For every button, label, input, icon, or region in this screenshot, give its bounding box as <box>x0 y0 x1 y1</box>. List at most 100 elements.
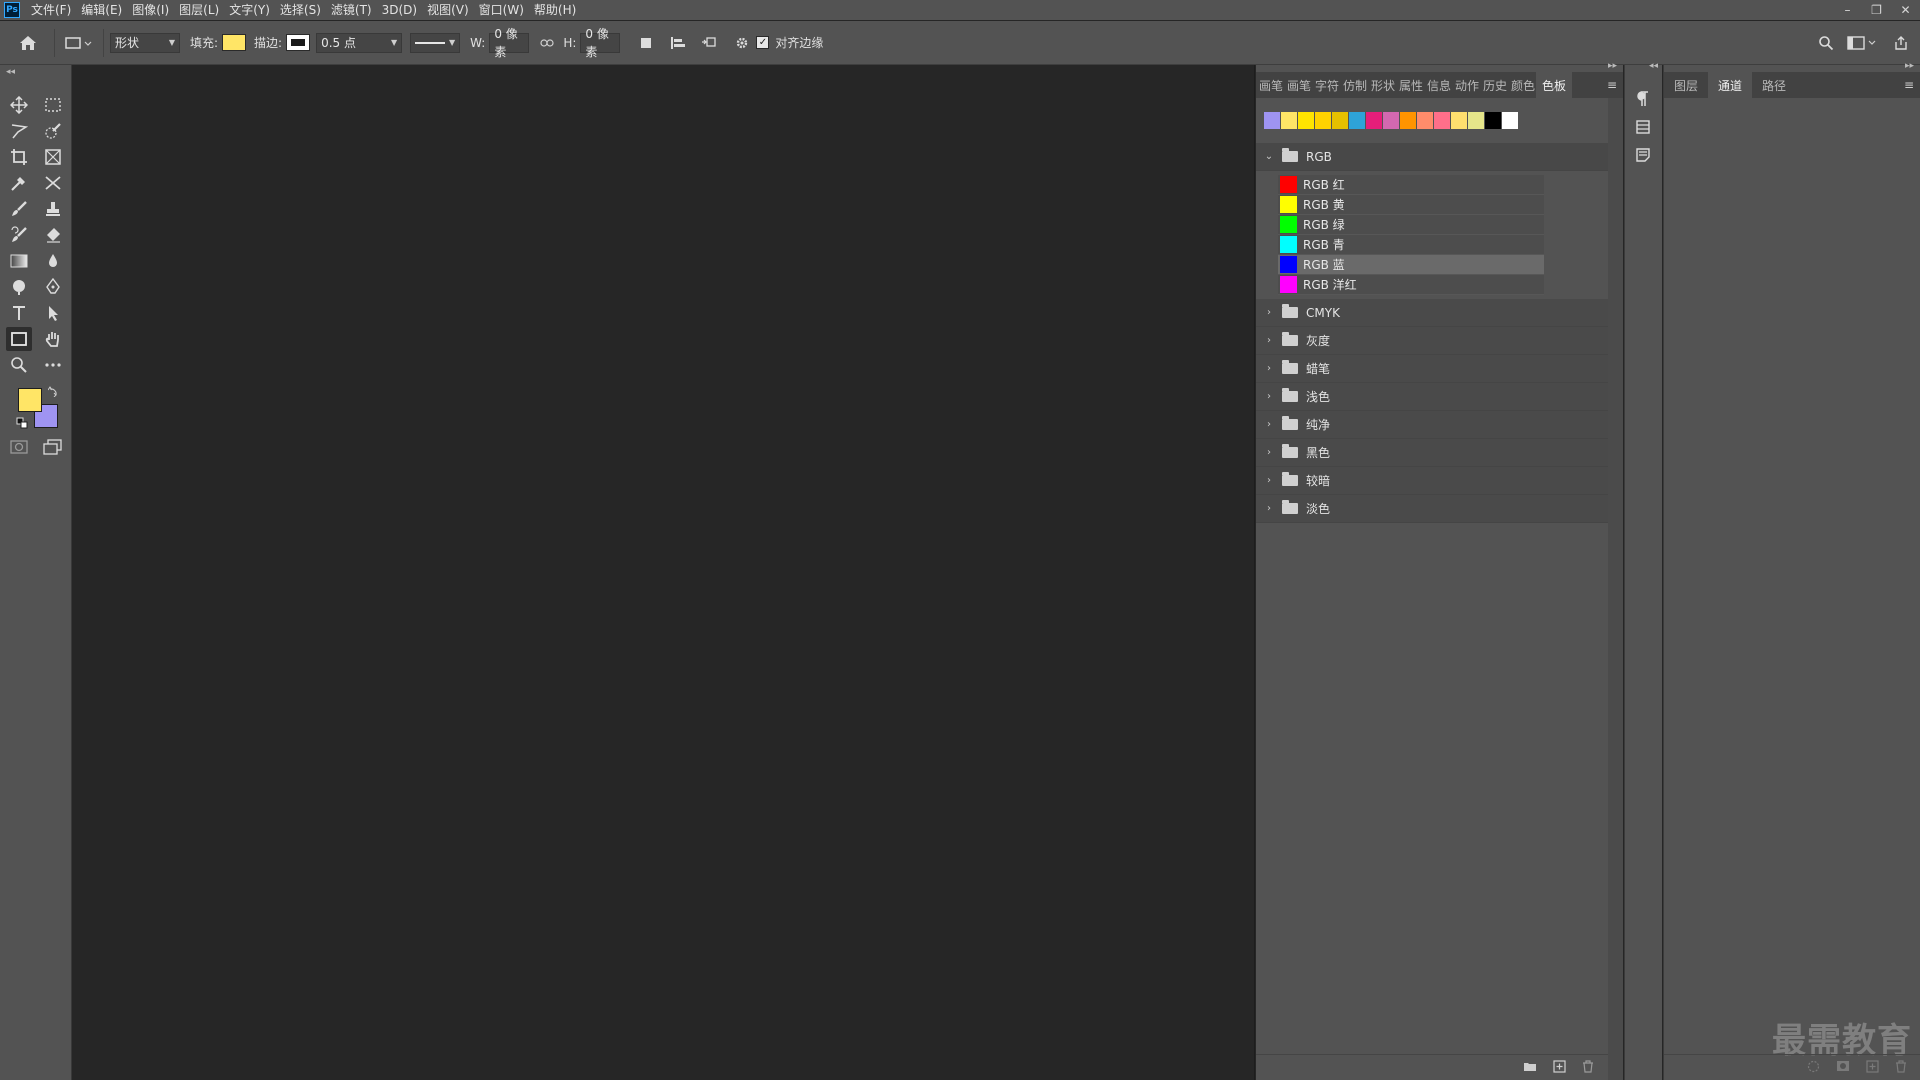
type-tool-icon[interactable] <box>6 301 32 325</box>
path-alignment-icon[interactable] <box>664 31 692 55</box>
chevron-right-icon[interactable]: › <box>1262 363 1276 374</box>
quick-selection-tool-icon[interactable] <box>40 119 66 143</box>
path-operations-icon[interactable] <box>632 31 660 55</box>
workspace-icon[interactable] <box>1844 31 1880 55</box>
share-icon[interactable] <box>1888 31 1914 55</box>
swatch-item-selected[interactable]: RGB 蓝 <box>1278 255 1544 275</box>
tab-shapes[interactable]: 形状 <box>1368 72 1396 98</box>
menu-select[interactable]: 选择(S) <box>275 0 326 20</box>
stroke-type-select[interactable]: ▼ <box>410 32 461 53</box>
home-icon[interactable] <box>8 27 48 59</box>
path-arrangement-icon[interactable] <box>696 31 724 55</box>
recent-swatch[interactable] <box>1400 112 1417 129</box>
tab-brush-settings[interactable]: 画笔 <box>1284 72 1312 98</box>
recent-swatch[interactable] <box>1281 112 1298 129</box>
recent-swatch[interactable] <box>1451 112 1468 129</box>
lasso-tool-icon[interactable] <box>6 119 32 143</box>
new-swatch-icon[interactable] <box>1553 1059 1566 1076</box>
tab-brushes[interactable]: 画笔 <box>1256 72 1284 98</box>
chevron-right-icon[interactable]: › <box>1262 419 1276 430</box>
search-icon[interactable] <box>1814 31 1838 55</box>
chevron-right-icon[interactable]: › <box>1262 335 1276 346</box>
swatch-group-pale[interactable]: › 淡色 <box>1256 495 1608 523</box>
dodge-tool-icon[interactable] <box>6 275 32 299</box>
marquee-tool-icon[interactable] <box>40 93 66 117</box>
clone-stamp-tool-icon[interactable] <box>40 197 66 221</box>
chevron-right-icon[interactable]: › <box>1262 447 1276 458</box>
foreground-color-swatch[interactable] <box>18 388 42 412</box>
minimize-button[interactable]: – <box>1833 0 1862 20</box>
recent-swatch[interactable] <box>1315 112 1332 129</box>
gear-icon[interactable] <box>728 31 756 55</box>
recent-swatch[interactable] <box>1434 112 1451 129</box>
chevron-right-icon[interactable]: › <box>1262 475 1276 486</box>
swatch-group-cmyk[interactable]: › CMYK <box>1256 299 1608 327</box>
panel-menu-icon[interactable]: ≡ <box>1607 78 1617 92</box>
frame-tool-icon[interactable] <box>40 145 66 169</box>
tab-clone-source[interactable]: 仿制 <box>1340 72 1368 98</box>
menu-filter[interactable]: 滤镜(T) <box>326 0 377 20</box>
load-channel-selection-icon[interactable] <box>1807 1060 1820 1076</box>
hand-tool-icon[interactable] <box>40 327 66 351</box>
screen-mode-icon[interactable] <box>40 435 66 459</box>
swap-colors-icon[interactable] <box>47 385 60 398</box>
swatch-group-pastel[interactable]: › 蜡笔 <box>1256 355 1608 383</box>
tab-color[interactable]: 颜色 <box>1508 72 1536 98</box>
tool-preset-picker[interactable] <box>61 31 97 55</box>
menu-type[interactable]: 文字(Y) <box>224 0 275 20</box>
eraser-tool-icon[interactable] <box>40 223 66 247</box>
swatch-group-pure[interactable]: › 纯净 <box>1256 411 1608 439</box>
tab-layers[interactable]: 图层 <box>1664 72 1708 98</box>
tab-history[interactable]: 历史 <box>1480 72 1508 98</box>
swatch-item[interactable]: RGB 黄 <box>1278 195 1544 215</box>
chevron-right-icon[interactable]: › <box>1262 391 1276 402</box>
menu-image[interactable]: 图像(I) <box>127 0 174 20</box>
document-canvas-area[interactable] <box>73 65 1255 1080</box>
paragraph-icon[interactable] <box>1628 87 1658 111</box>
recent-swatch[interactable] <box>1298 112 1315 129</box>
recent-swatch[interactable] <box>1332 112 1349 129</box>
panel-menu-icon[interactable]: ≡ <box>1904 78 1914 92</box>
blur-tool-icon[interactable] <box>40 249 66 273</box>
tab-actions[interactable]: 动作 <box>1452 72 1480 98</box>
menu-window[interactable]: 窗口(W) <box>474 0 529 20</box>
swatch-group-rgb[interactable]: ⌄ RGB <box>1256 143 1608 171</box>
menu-3d[interactable]: 3D(D) <box>377 0 422 20</box>
trash-icon[interactable] <box>1582 1059 1594 1076</box>
new-channel-icon[interactable] <box>1866 1059 1879 1076</box>
chevron-down-icon[interactable]: ⌄ <box>1262 151 1276 162</box>
menu-file[interactable]: 文件(F) <box>26 0 76 20</box>
recent-swatch[interactable] <box>1383 112 1400 129</box>
restore-button[interactable]: ❐ <box>1862 0 1891 20</box>
recent-swatch[interactable] <box>1468 112 1485 129</box>
notes-icon[interactable] <box>1628 143 1658 167</box>
menu-layer[interactable]: 图层(L) <box>174 0 224 20</box>
tab-properties[interactable]: 属性 <box>1396 72 1424 98</box>
path-selection-tool-icon[interactable] <box>40 301 66 325</box>
close-button[interactable]: ✕ <box>1891 0 1920 20</box>
recent-swatch[interactable] <box>1366 112 1383 129</box>
swatch-group-darker[interactable]: › 较暗 <box>1256 467 1608 495</box>
menu-edit[interactable]: 编辑(E) <box>76 0 127 20</box>
swatch-item[interactable]: RGB 洋红 <box>1278 275 1544 295</box>
shape-mode-select[interactable]: 形状 ▼ <box>110 32 180 53</box>
collapse-toolbar-icon[interactable]: ◂◂ <box>6 67 15 77</box>
recent-swatch[interactable] <box>1349 112 1366 129</box>
crop-tool-icon[interactable] <box>6 145 32 169</box>
recent-swatch[interactable] <box>1417 112 1434 129</box>
move-tool-icon[interactable] <box>6 93 32 117</box>
trash-icon[interactable] <box>1895 1059 1907 1076</box>
gradient-tool-icon[interactable] <box>6 249 32 273</box>
chevron-right-icon[interactable]: › <box>1262 503 1276 514</box>
tab-info[interactable]: 信息 <box>1424 72 1452 98</box>
menu-help[interactable]: 帮助(H) <box>529 0 581 20</box>
tab-swatches[interactable]: 色板 <box>1536 72 1573 98</box>
link-icon[interactable] <box>537 38 557 48</box>
pen-tool-icon[interactable] <box>40 275 66 299</box>
align-edges-checkbox[interactable]: ✓ <box>756 36 770 49</box>
collapse-panel-icon[interactable]: ◂◂ <box>1649 61 1658 71</box>
layer-comps-icon[interactable] <box>1628 115 1658 139</box>
zoom-tool-icon[interactable] <box>6 353 32 377</box>
height-input[interactable]: 0 像素 <box>580 27 621 59</box>
tab-channels[interactable]: 通道 <box>1708 72 1753 98</box>
